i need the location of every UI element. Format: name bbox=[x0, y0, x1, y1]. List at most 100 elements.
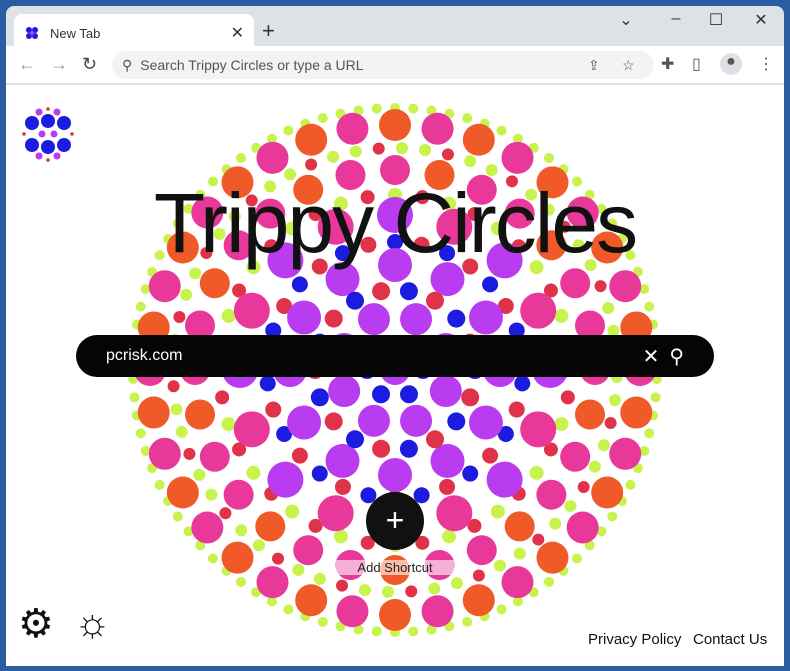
reload-icon[interactable]: ↻ bbox=[82, 54, 97, 75]
close-window-button[interactable]: ✕ bbox=[746, 10, 776, 30]
mandala-circle bbox=[185, 399, 216, 430]
address-bar[interactable]: ⚲ Search Trippy Circles or type a URL ⇪ … bbox=[112, 51, 654, 79]
mandala-circle bbox=[180, 288, 193, 301]
search-input[interactable]: pcrisk.com bbox=[106, 347, 633, 365]
share-icon[interactable]: ⇪ bbox=[588, 57, 600, 74]
mandala-circle bbox=[255, 511, 286, 542]
mandala-circle bbox=[462, 113, 473, 124]
mandala-circle bbox=[490, 504, 505, 519]
forward-arrow-icon[interactable]: → bbox=[50, 54, 68, 75]
mandala-circle bbox=[183, 447, 196, 460]
omnibox-placeholder: Search Trippy Circles or type a URL bbox=[140, 57, 364, 73]
mandala-circle bbox=[543, 153, 554, 164]
search-icon[interactable]: ⚲ bbox=[669, 344, 684, 369]
mandala-circle bbox=[450, 577, 463, 590]
mandala-circle bbox=[283, 604, 294, 615]
mandala-circle bbox=[193, 468, 206, 481]
mandala-circle bbox=[560, 390, 575, 405]
gear-icon[interactable]: ⚙ bbox=[18, 601, 54, 647]
mandala-circle bbox=[529, 465, 544, 480]
mandala-circle bbox=[439, 478, 456, 495]
mandala-circle bbox=[564, 500, 577, 513]
mandala-circle bbox=[650, 392, 661, 403]
mandala-circle bbox=[154, 479, 165, 490]
star-icon[interactable]: ☆ bbox=[622, 57, 635, 74]
mandala-circle bbox=[447, 309, 466, 328]
puzzle-icon[interactable]: ✚ bbox=[661, 54, 674, 74]
mandala-circle bbox=[577, 480, 590, 493]
page-title: Trippy Circles bbox=[153, 176, 638, 270]
privacy-policy-link[interactable]: Privacy Policy bbox=[588, 631, 681, 648]
mandala-circle bbox=[283, 125, 294, 136]
mandala-circle bbox=[620, 396, 653, 429]
mandala-circle bbox=[310, 388, 329, 407]
mandala-circle bbox=[223, 479, 254, 510]
mandala-circle bbox=[543, 576, 554, 587]
mandala-circle bbox=[594, 280, 607, 293]
sun-icon[interactable]: ☼ bbox=[74, 601, 111, 646]
close-tab-icon[interactable]: ✕ bbox=[231, 23, 244, 43]
mandala-circle bbox=[549, 517, 562, 530]
mandala-circle bbox=[442, 529, 457, 544]
mandala-circle bbox=[607, 511, 618, 522]
mandala-circle bbox=[554, 308, 569, 323]
mandala-circle bbox=[604, 416, 617, 429]
mandala-circle bbox=[175, 425, 188, 438]
search-box[interactable]: pcrisk.com ✕ ⚲ bbox=[76, 335, 714, 377]
tab-search-icon[interactable]: ⌄ bbox=[611, 10, 641, 30]
mandala-circle bbox=[287, 300, 322, 335]
new-tab-button[interactable]: + bbox=[262, 18, 275, 44]
back-arrow-icon[interactable]: ← bbox=[18, 54, 36, 75]
menu-icon[interactable]: ⋮ bbox=[758, 54, 774, 74]
toolbar: ← → ↻ ⚲ Search Trippy Circles or type a … bbox=[6, 46, 784, 84]
mandala-circle bbox=[291, 276, 308, 293]
mandala-circle bbox=[170, 403, 183, 416]
new-tab-page: Trippy Circles pcrisk.com ✕ ⚲ + Add Shor… bbox=[6, 85, 784, 666]
add-shortcut-button[interactable]: + bbox=[366, 492, 424, 550]
mandala-circle bbox=[608, 394, 621, 407]
mandala-circle bbox=[259, 375, 276, 392]
mandala-circle bbox=[400, 404, 433, 437]
mandala-circle bbox=[135, 428, 146, 439]
logo bbox=[22, 107, 74, 162]
mandala-circle bbox=[496, 604, 507, 615]
search-icon: ⚲ bbox=[122, 56, 133, 73]
profile-icon[interactable]: ● bbox=[720, 53, 742, 75]
mandala-circle bbox=[514, 375, 531, 392]
mandala-circle bbox=[311, 465, 328, 482]
mandala-circle bbox=[428, 582, 441, 595]
mandala-circle bbox=[520, 292, 557, 329]
mandala-circle bbox=[167, 380, 180, 393]
maximize-button[interactable]: ☐ bbox=[701, 10, 731, 30]
minimize-button[interactable]: – bbox=[661, 10, 691, 28]
mandala-circle bbox=[609, 270, 642, 303]
mandala-circle bbox=[371, 626, 382, 637]
side-panel-icon[interactable]: ▯ bbox=[692, 54, 701, 74]
mandala-circle bbox=[295, 123, 328, 156]
mandala-circle bbox=[333, 529, 348, 544]
mandala-circle bbox=[219, 507, 232, 520]
mandala-circle bbox=[436, 495, 473, 532]
mandala-circle bbox=[426, 291, 444, 310]
mandala-circle bbox=[462, 465, 479, 482]
mandala-circle bbox=[235, 524, 248, 537]
mandala-circle bbox=[466, 535, 497, 566]
mandala-circle bbox=[566, 511, 599, 544]
mandala-circle bbox=[408, 626, 419, 637]
clear-icon[interactable]: ✕ bbox=[643, 344, 660, 369]
mandala-circle bbox=[236, 576, 247, 587]
mandala-circle bbox=[252, 539, 265, 552]
mandala-circle bbox=[325, 443, 360, 478]
mandala-circle bbox=[292, 563, 305, 576]
mandala-circle bbox=[236, 153, 247, 164]
mandala-circle bbox=[215, 390, 230, 405]
mandala-circle bbox=[265, 401, 282, 418]
mandala-circle bbox=[336, 112, 369, 145]
mandala-circle bbox=[493, 559, 506, 572]
contact-us-link[interactable]: Contact Us bbox=[693, 631, 767, 648]
mandala-circle bbox=[129, 392, 140, 403]
add-shortcut-label: Add Shortcut bbox=[336, 560, 454, 575]
mandala-circle bbox=[221, 417, 236, 432]
mandala-circle bbox=[408, 103, 419, 114]
mandala-circle bbox=[486, 461, 523, 498]
